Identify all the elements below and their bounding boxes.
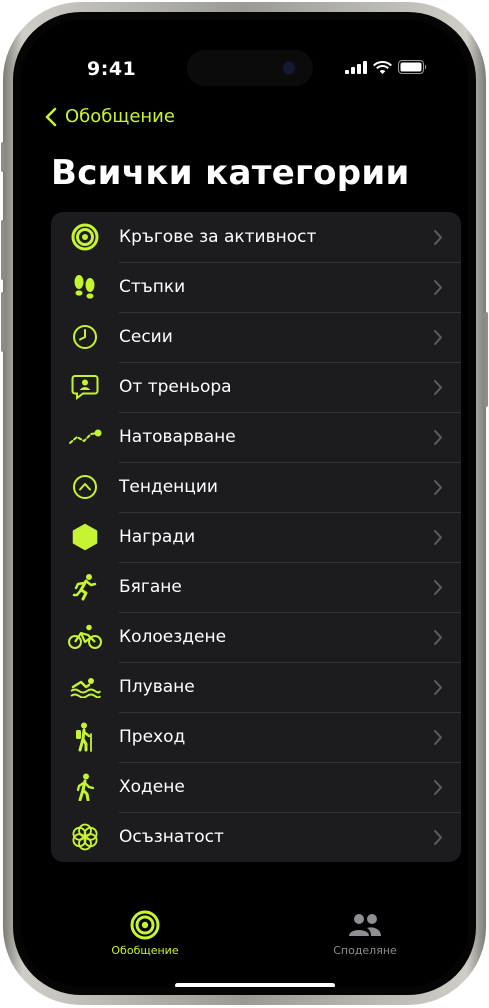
- category-label: От треньора: [119, 362, 461, 413]
- trends-icon: [51, 474, 119, 500]
- category-label: Преход: [119, 712, 461, 763]
- phone-frame: 9:41 Обобщение Всички категории Кръгове …: [1, 2, 488, 1005]
- category-label: Натоварване: [119, 412, 461, 463]
- wifi-icon: [373, 61, 392, 74]
- category-item-trends[interactable]: Тенденции: [51, 462, 461, 513]
- footprints-icon: [51, 273, 119, 301]
- action-button: [1, 142, 5, 172]
- chevron-right-icon: [433, 529, 443, 550]
- category-label: Бягане: [119, 562, 461, 613]
- category-label: Награди: [119, 512, 461, 563]
- chevron-right-icon: [433, 779, 443, 800]
- volume-up-button: [1, 220, 5, 280]
- categories-list: Кръгове за активност Стъпки Сесии От тре…: [51, 212, 461, 862]
- side-button: [484, 312, 488, 407]
- category-item-activity-rings[interactable]: Кръгове за активност: [51, 212, 461, 263]
- activity-rings-icon: [130, 910, 160, 940]
- category-item-running[interactable]: Бягане: [51, 562, 461, 613]
- activity-rings-icon: [51, 223, 119, 251]
- chevron-right-icon: [433, 379, 443, 400]
- chevron-right-icon: [433, 229, 443, 250]
- coach-message-icon: [51, 374, 119, 400]
- tab-label: Обобщение: [111, 944, 179, 957]
- chevron-right-icon: [433, 329, 443, 350]
- chevron-right-icon: [433, 679, 443, 700]
- page-title: Всички категории: [51, 153, 410, 193]
- status-icons: [345, 60, 428, 74]
- screen: 9:41 Обобщение Всички категории Кръгове …: [21, 20, 468, 987]
- people-icon: [349, 914, 381, 936]
- category-item-cycling[interactable]: Колоездене: [51, 612, 461, 663]
- awards-hexagon-icon: [51, 523, 119, 551]
- chevron-right-icon: [433, 279, 443, 300]
- category-item-walking[interactable]: Ходене: [51, 762, 461, 813]
- category-item-mindfulness[interactable]: Осъзнатост: [51, 812, 461, 862]
- category-label: Кръгове за активност: [119, 212, 461, 263]
- category-label: Сесии: [119, 312, 461, 363]
- tab-sharing[interactable]: Споделяне: [305, 910, 425, 957]
- category-item-swimming[interactable]: Плуване: [51, 662, 461, 713]
- category-item-steps[interactable]: Стъпки: [51, 262, 461, 313]
- tab-label: Споделяне: [333, 944, 397, 957]
- back-button-label: Обобщение: [65, 106, 175, 127]
- swimming-icon: [51, 676, 119, 698]
- hiking-icon: [51, 722, 119, 752]
- volume-down-button: [1, 292, 5, 352]
- dynamic-island: [187, 50, 313, 86]
- status-time: 9:41: [87, 58, 137, 80]
- category-item-sessions[interactable]: Сесии: [51, 312, 461, 363]
- cycling-icon: [51, 624, 119, 650]
- category-label: Плуване: [119, 662, 461, 713]
- walking-icon: [51, 773, 119, 801]
- chevron-right-icon: [433, 479, 443, 500]
- tab-bar: Обобщение Споделяне: [21, 898, 468, 968]
- back-button[interactable]: Обобщение: [45, 106, 175, 127]
- category-label: Тенденции: [119, 462, 461, 513]
- category-label: Стъпки: [119, 262, 461, 313]
- category-item-hiking[interactable]: Преход: [51, 712, 461, 763]
- training-load-icon: [51, 427, 119, 447]
- mindfulness-icon: [51, 822, 119, 852]
- category-label: Осъзнатост: [119, 827, 224, 847]
- category-item-coach[interactable]: От треньора: [51, 362, 461, 413]
- chevron-right-icon: [433, 429, 443, 450]
- category-label: Колоездене: [119, 612, 461, 663]
- category-item-training-load[interactable]: Натоварване: [51, 412, 461, 463]
- chevron-right-icon: [433, 729, 443, 750]
- camera-icon: [283, 62, 295, 74]
- cellular-signal-icon: [345, 60, 367, 74]
- running-icon: [51, 573, 119, 601]
- clock-icon: [51, 324, 119, 350]
- category-item-awards[interactable]: Награди: [51, 512, 461, 563]
- chevron-right-icon: [433, 829, 443, 850]
- bezel: 9:41 Обобщение Всички категории Кръгове …: [13, 12, 476, 995]
- battery-icon: [398, 60, 427, 74]
- chevron-right-icon: [433, 579, 443, 600]
- category-label: Ходене: [119, 762, 461, 813]
- chevron-right-icon: [433, 629, 443, 650]
- home-indicator[interactable]: [175, 983, 335, 987]
- chevron-left-icon: [45, 107, 57, 126]
- tab-summary[interactable]: Обобщение: [85, 910, 205, 957]
